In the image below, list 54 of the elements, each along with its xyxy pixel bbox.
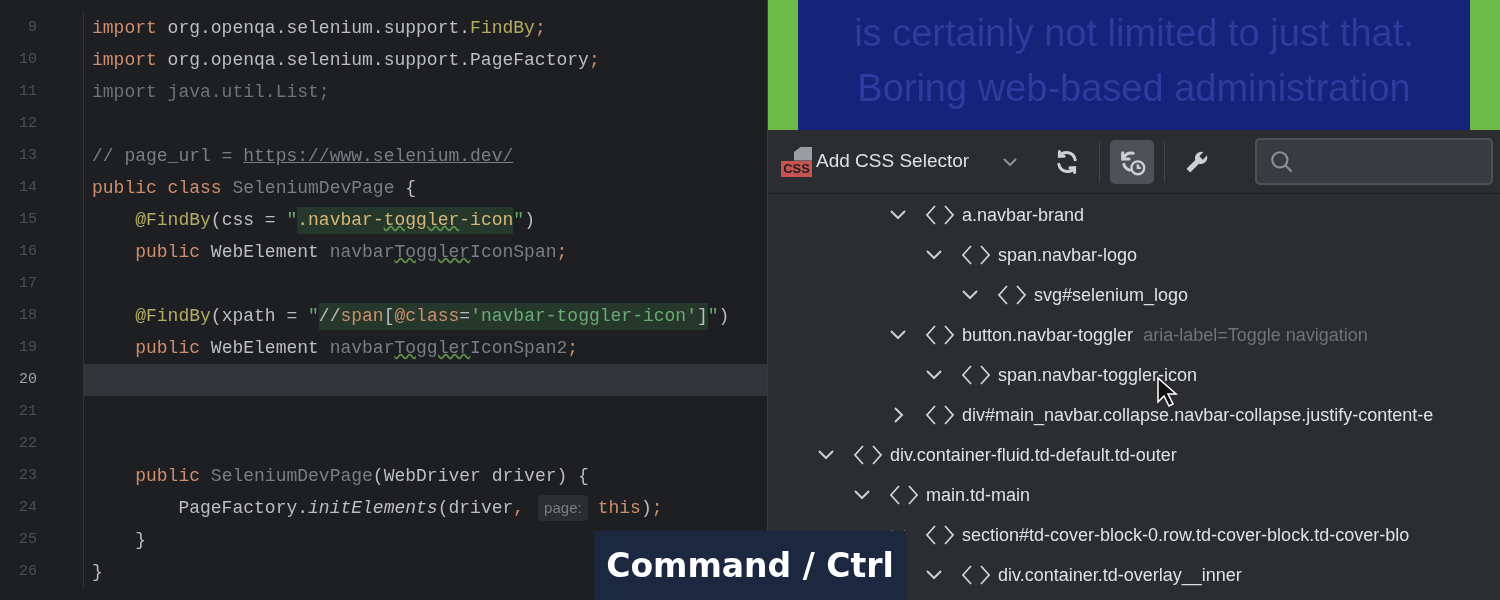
code-text: @FindBy(css = " (134, 208, 298, 232)
inlay-hint: page: (538, 495, 588, 521)
key-hint-text: Command / Ctrl (606, 544, 894, 587)
code-text: ") (513, 208, 535, 232)
code-brackets-icon (925, 404, 955, 426)
code-text: // page_url = https://www.selenium.dev/ (92, 144, 514, 168)
code-text: public SeleniumDevPage(WebDriver driver) { (134, 464, 589, 488)
tree-item[interactable]: span.navbar-logo (768, 235, 1500, 275)
line-number: 20 (18, 369, 37, 390)
code-text: ") (707, 304, 730, 328)
code-text: import java.util.List; (92, 80, 330, 104)
search-field[interactable] (1255, 138, 1493, 185)
tree-item[interactable]: div#main_navbar.collapse.navbar-collapse.justify-content-e (768, 395, 1500, 435)
add-css-selector-button[interactable]: CSS Add CSS Selector (781, 139, 970, 184)
code-brackets-icon (961, 564, 991, 586)
tree-item[interactable]: a.navbar-brand (768, 195, 1500, 235)
code-brackets-icon (961, 244, 991, 266)
code-text: public WebElement navbarTogglerIconSpan2; (134, 336, 579, 360)
code-text: } (134, 528, 146, 552)
element-selector: div#main_navbar.collapse.navbar-collapse.justify-content-e (962, 403, 1434, 428)
element-selector: main.td-main (926, 483, 1031, 507)
code-text: this); (597, 496, 663, 520)
code-brackets-icon (889, 484, 919, 506)
tree-item[interactable]: span.navbar-toggler-icon (768, 355, 1500, 395)
code-brackets-icon (997, 284, 1027, 306)
element-selector: span.navbar-logo (998, 243, 1138, 267)
tree-item[interactable]: svg#selenium_logo (768, 275, 1500, 315)
code-text: import org.openqa.selenium.support.FindBy; (92, 16, 546, 40)
element-selector: button.navbar-toggler (962, 323, 1134, 347)
code-brackets-icon (925, 524, 955, 546)
code-brackets-icon (961, 364, 991, 386)
element-selector: div.container-fluid.td-default.td-outer (890, 443, 1177, 467)
highlighted-code: .navbar-toggler-icon (297, 206, 514, 234)
search-icon (1269, 148, 1295, 175)
code-text: } (92, 560, 103, 584)
element-selector: span.navbar-toggler-icon (998, 363, 1198, 387)
code-text: import org.openqa.selenium.support.PageFactory; (92, 48, 600, 72)
element-selector: section#td-cover-block-0.row.td-cover-block.td-cover-blo (962, 523, 1410, 547)
element-selector: svg#selenium_logo (1034, 283, 1189, 308)
element-attribute: aria-label=Toggle navigation (1143, 323, 1368, 347)
tree-item[interactable]: button.navbar-toggler aria-label=Toggle navigation (768, 315, 1500, 355)
code-text: PageFactory.initElements(driver, (177, 496, 525, 520)
history-button[interactable] (1110, 139, 1155, 184)
code-brackets-icon (853, 444, 883, 466)
tree-item[interactable]: main.td-main (768, 475, 1500, 515)
tree-item[interactable]: div.container-fluid.td-default.td-outer (768, 435, 1500, 475)
code-text: public class SeleniumDevPage { (92, 176, 417, 200)
code-text: public WebElement navbarTogglerIconSpan; (134, 240, 568, 264)
highlighted-code: //span[@class='navbar-toggler-icon'] (318, 302, 708, 330)
code-text: @FindBy(xpath = " (134, 304, 319, 328)
element-selector: div.container.td-overlay__inner (998, 563, 1242, 588)
element-selector: a.navbar-brand (962, 203, 1085, 227)
code-brackets-icon (925, 324, 955, 346)
code-brackets-icon (925, 204, 955, 226)
